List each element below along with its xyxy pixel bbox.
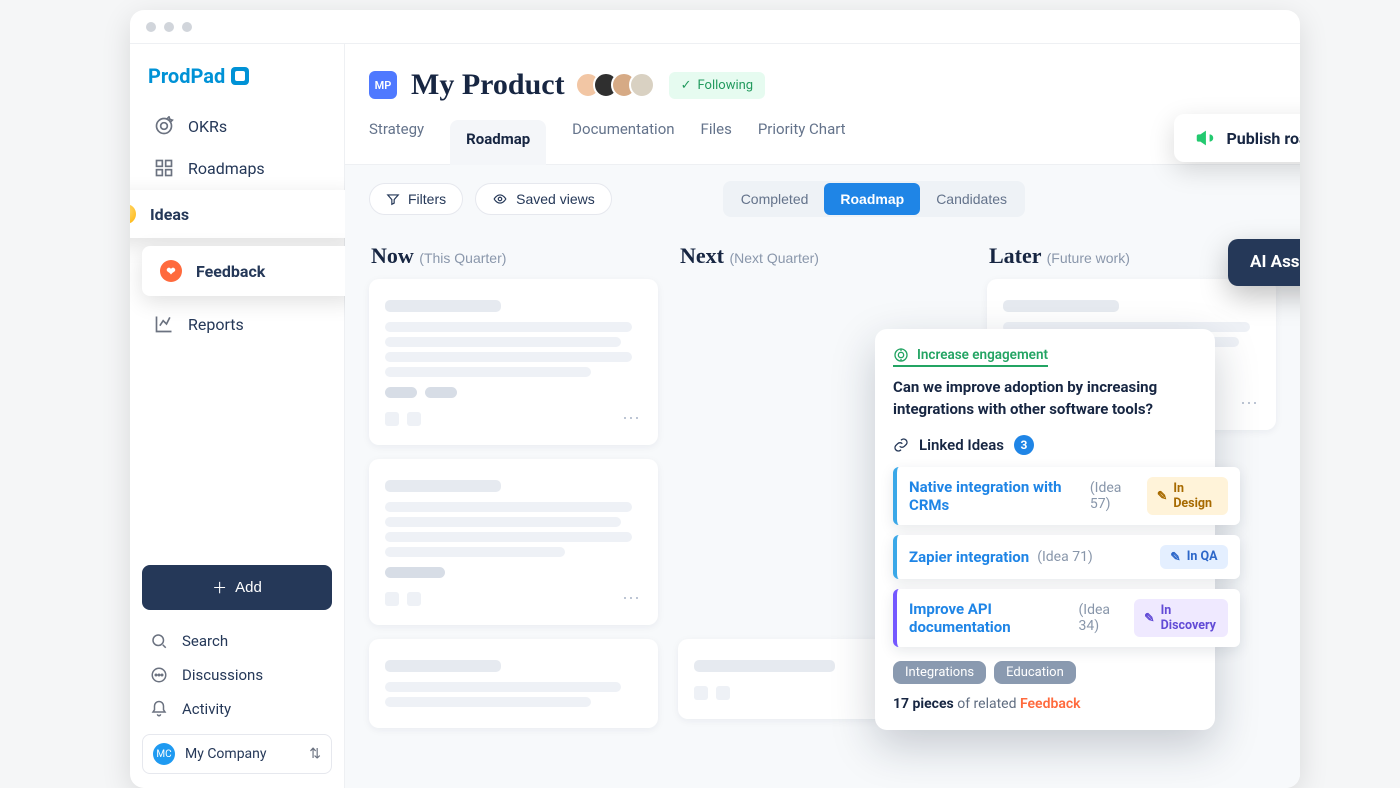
add-button[interactable]: ＋ Add	[142, 565, 332, 610]
tab-priority-chart[interactable]: Priority Chart	[758, 120, 846, 164]
seg-roadmap[interactable]: Roadmap	[824, 183, 920, 215]
tab-files[interactable]: Files	[701, 120, 732, 164]
filter-icon	[386, 192, 400, 206]
main-content: MP My Product ✓ Following Strategy Roadm…	[345, 44, 1300, 788]
plus-icon: ＋	[212, 577, 227, 598]
linked-ideas-header: Linked Ideas 3	[893, 435, 1197, 455]
search-icon	[150, 632, 168, 650]
feedback-icon: ❤	[160, 260, 182, 282]
util-activity[interactable]: Activity	[142, 692, 332, 726]
workspace-switcher[interactable]: MC My Company ⇅	[142, 734, 332, 774]
grid-icon	[154, 158, 174, 178]
status-pill: ✎In QA	[1160, 545, 1227, 569]
product-header: MP My Product ✓ Following	[345, 44, 1300, 102]
roadmap-card[interactable]: ⋯	[369, 459, 658, 625]
more-icon[interactable]: ⋯	[1240, 393, 1260, 414]
linked-idea-item[interactable]: Improve API documentation(Idea 34)✎In Di…	[893, 589, 1240, 647]
bell-icon	[150, 700, 168, 718]
seg-candidates[interactable]: Candidates	[920, 183, 1023, 215]
tag-chip[interactable]: Integrations	[893, 661, 986, 684]
chevron-updown-icon: ⇅	[309, 746, 321, 762]
ai-assistant-button[interactable]: AI Assistant ✦	[1228, 239, 1300, 286]
tab-strategy[interactable]: Strategy	[369, 120, 424, 164]
more-icon[interactable]: ⋯	[622, 408, 642, 429]
chat-icon	[150, 666, 168, 684]
check-icon: ✓	[681, 78, 692, 93]
tab-roadmap[interactable]: Roadmap	[450, 120, 546, 165]
brand-mark-icon	[231, 67, 249, 85]
brand-name: ProdPad	[148, 64, 225, 88]
idea-ref: (Idea 57)	[1090, 480, 1139, 512]
traffic-light-close[interactable]	[146, 22, 156, 32]
primary-nav: OKRs Roadmaps Ideas ❤ Feedback	[142, 106, 332, 344]
avatar	[629, 72, 655, 98]
column-header: Next (Next Quarter)	[678, 237, 967, 279]
roadmap-toolbar: Filters Saved views Completed Roadmap Ca…	[345, 165, 1300, 233]
mac-titlebar	[130, 10, 1300, 44]
feedback-link[interactable]: Feedback	[1020, 696, 1081, 712]
link-icon	[893, 437, 909, 453]
nav-roadmaps[interactable]: Roadmaps	[142, 148, 332, 188]
nav-feedback[interactable]: ❤ Feedback	[142, 246, 356, 296]
filters-button[interactable]: Filters	[369, 183, 463, 215]
status-pill: ✎In Discovery	[1134, 599, 1227, 637]
linked-count-badge: 3	[1014, 435, 1034, 455]
linked-idea-item[interactable]: Zapier integration (Idea 71) ✎In QA	[893, 535, 1240, 579]
publish-roadmap-button[interactable]: Publish roadmap	[1174, 114, 1300, 162]
status-icon: ✎	[1144, 610, 1154, 626]
eye-icon	[492, 192, 508, 206]
target-icon	[893, 347, 909, 363]
linked-idea-item[interactable]: Native integration with CRMs(Idea 57)✎In…	[893, 467, 1240, 525]
util-search[interactable]: Search	[142, 624, 332, 658]
status-icon: ✎	[1170, 549, 1180, 565]
idea-ref: (Idea 34)	[1078, 602, 1126, 634]
nav-reports[interactable]: Reports	[142, 304, 332, 344]
seg-completed[interactable]: Completed	[725, 183, 825, 215]
column-header: Now (This Quarter)	[369, 237, 658, 279]
tab-documentation[interactable]: Documentation	[572, 120, 674, 164]
idea-ref: (Idea 71)	[1037, 549, 1093, 565]
initiative-question: Can we improve adoption by increasing in…	[893, 377, 1197, 421]
tabs: Strategy Roadmap Documentation Files Pri…	[345, 102, 1300, 165]
product-badge: MP	[369, 71, 397, 99]
related-feedback[interactable]: 17 pieces of related Feedback	[893, 696, 1197, 712]
roadmap-card[interactable]	[369, 639, 658, 728]
status-icon: ✎	[1157, 488, 1167, 504]
initiative-card-expanded[interactable]: Increase engagement Can we improve adopt…	[875, 329, 1215, 730]
roadmap-card[interactable]: ⋯	[369, 279, 658, 445]
sidebar: ProdPad OKRs Roadmaps	[130, 44, 345, 788]
idea-name: Zapier integration	[909, 548, 1029, 566]
status-pill: ✎In Design	[1147, 477, 1228, 515]
nav-okrs[interactable]: OKRs	[142, 106, 332, 146]
workspace-avatar: MC	[153, 743, 175, 765]
okr-link[interactable]: Increase engagement	[893, 347, 1048, 367]
traffic-light-max[interactable]	[182, 22, 192, 32]
idea-name: Improve API documentation	[909, 600, 1070, 636]
target-icon	[154, 116, 174, 136]
tag-chip[interactable]: Education	[994, 661, 1076, 684]
product-title: My Product	[411, 68, 565, 102]
view-segment: Completed Roadmap Candidates	[723, 181, 1025, 217]
column-now: Now (This Quarter) ⋯	[369, 237, 658, 788]
app-window: ProdPad OKRs Roadmaps	[130, 10, 1300, 788]
util-discussions[interactable]: Discussions	[142, 658, 332, 692]
nav-ideas[interactable]: Ideas	[130, 190, 356, 238]
team-avatars[interactable]	[583, 72, 655, 98]
traffic-light-min[interactable]	[164, 22, 174, 32]
idea-name: Native integration with CRMs	[909, 478, 1082, 514]
brand-logo[interactable]: ProdPad	[148, 64, 326, 88]
saved-views-button[interactable]: Saved views	[475, 183, 612, 215]
megaphone-icon	[1194, 127, 1216, 149]
more-icon[interactable]: ⋯	[622, 588, 642, 609]
lightbulb-icon	[130, 204, 136, 224]
follow-status[interactable]: ✓ Following	[669, 72, 766, 99]
chart-icon	[154, 314, 174, 334]
